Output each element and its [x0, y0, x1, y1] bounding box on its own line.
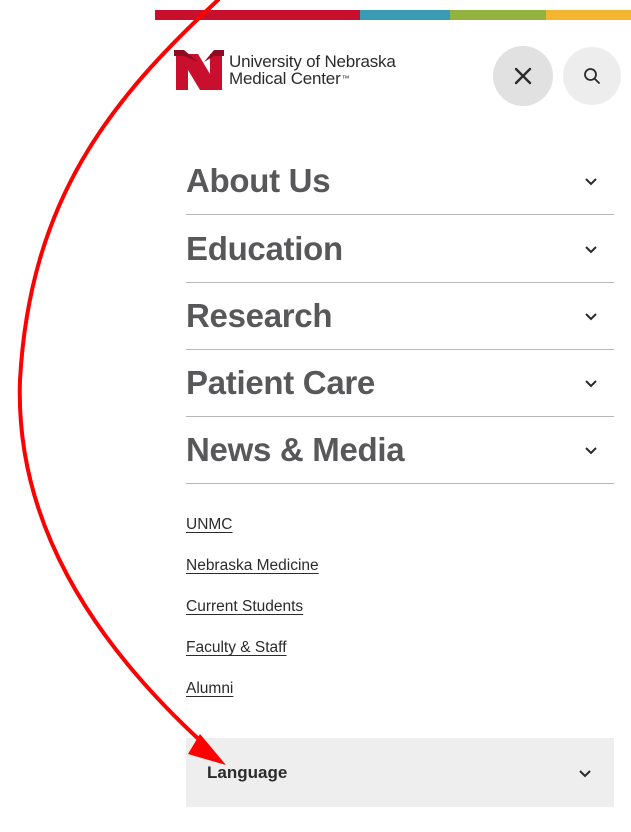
nav-item-patient-care[interactable]: Patient Care	[186, 350, 614, 417]
chevron-down-icon[interactable]	[584, 378, 598, 388]
nav-item-label: News & Media	[186, 431, 405, 468]
link-nebraska-medicine[interactable]: Nebraska Medicine	[186, 546, 319, 587]
chevron-down-icon[interactable]	[578, 768, 592, 778]
language-label: Language	[207, 762, 288, 782]
close-menu-button[interactable]	[493, 46, 553, 106]
brand-band-teal	[360, 10, 450, 20]
search-icon	[584, 68, 600, 84]
nav-item-about-us[interactable]: About Us	[186, 148, 614, 215]
audience-links: UNMC Nebraska Medicine Current Students …	[186, 505, 319, 710]
link-unmc[interactable]: UNMC	[186, 505, 319, 546]
nav-item-label: Research	[186, 297, 333, 334]
chevron-down-icon[interactable]	[584, 244, 598, 254]
logo-wordmark: University of Nebraska Medical Center™	[229, 53, 396, 87]
search-button[interactable]	[563, 47, 621, 105]
chevron-down-icon[interactable]	[584, 176, 598, 186]
link-faculty-staff[interactable]: Faculty & Staff	[186, 628, 319, 669]
nav-item-education[interactable]: Education	[186, 215, 614, 283]
brand-band-red	[155, 10, 360, 20]
logo-line-2: Medical Center™	[229, 69, 350, 88]
nav-item-label: Patient Care	[186, 364, 375, 401]
logo-line-1: University of Nebraska	[229, 52, 396, 71]
unmc-n-logo-icon	[174, 50, 224, 90]
brand-band-yellow	[546, 10, 631, 20]
nav-item-research[interactable]: Research	[186, 283, 614, 350]
logo-trademark: ™	[341, 74, 350, 83]
close-icon	[514, 67, 532, 85]
chevron-down-icon[interactable]	[584, 445, 598, 455]
nav-item-label: About Us	[186, 162, 331, 199]
main-nav-menu: About Us Education Research Patient Care…	[186, 148, 614, 484]
brand-band-green	[450, 10, 546, 20]
link-current-students[interactable]: Current Students	[186, 587, 319, 628]
link-alumni[interactable]: Alumni	[186, 669, 319, 710]
chevron-down-icon[interactable]	[584, 311, 598, 321]
brand-color-band	[155, 10, 631, 20]
unmc-logo[interactable]: University of Nebraska Medical Center™	[174, 50, 396, 94]
language-selector[interactable]: Language	[186, 738, 614, 807]
nav-item-label: Education	[186, 229, 343, 267]
nav-item-news-media[interactable]: News & Media	[186, 417, 614, 484]
